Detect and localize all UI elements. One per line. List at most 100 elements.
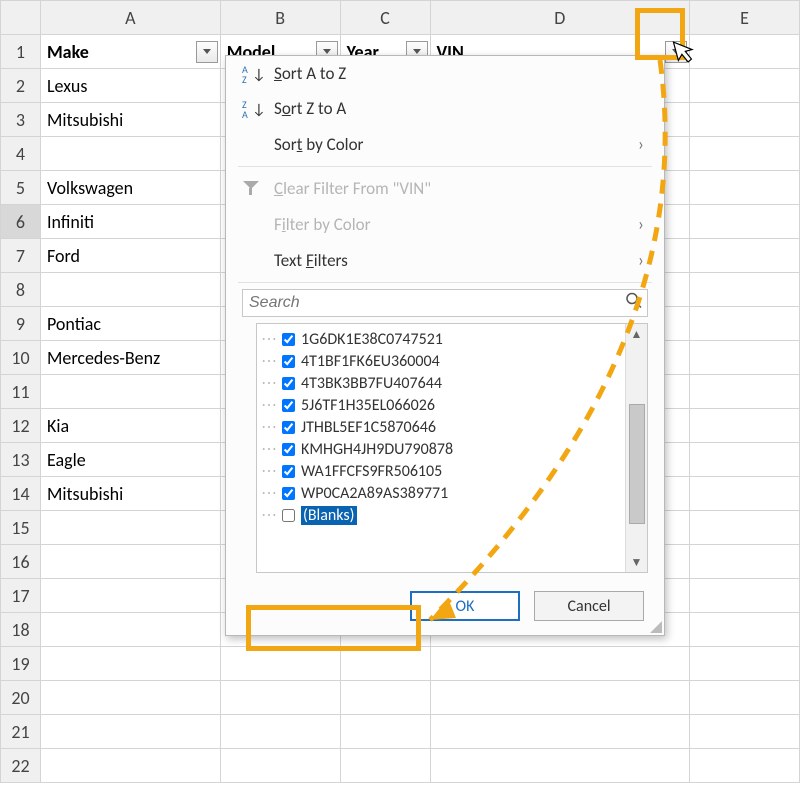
- filter-checkbox[interactable]: [282, 333, 295, 346]
- cell[interactable]: [690, 647, 800, 681]
- row-header[interactable]: 16: [1, 545, 41, 579]
- cell[interactable]: [690, 239, 800, 273]
- cell[interactable]: [40, 545, 220, 579]
- cell[interactable]: [690, 545, 800, 579]
- cell[interactable]: [690, 749, 800, 783]
- filter-item[interactable]: ⋯4T3BK3BB7FU407644: [257, 372, 625, 394]
- row-header[interactable]: 14: [1, 477, 41, 511]
- ok-button[interactable]: OK: [410, 591, 520, 621]
- cell[interactable]: [690, 681, 800, 715]
- scroll-down-icon[interactable]: ▼: [631, 552, 643, 572]
- scrollbar[interactable]: ▲ ▼: [625, 324, 647, 572]
- cell[interactable]: [690, 715, 800, 749]
- cell[interactable]: Eagle: [40, 443, 220, 477]
- filter-checkbox[interactable]: [282, 377, 295, 390]
- row-header[interactable]: 3: [1, 103, 41, 137]
- cell[interactable]: [40, 613, 220, 647]
- cell[interactable]: [340, 681, 430, 715]
- filter-item[interactable]: ⋯5J6TF1H35EL066026: [257, 394, 625, 416]
- filter-button-make[interactable]: [196, 41, 218, 63]
- cell[interactable]: [40, 647, 220, 681]
- filter-checkbox[interactable]: [282, 421, 295, 434]
- col-header-c[interactable]: C: [340, 1, 430, 35]
- cell[interactable]: Mitsubishi: [40, 477, 220, 511]
- cell[interactable]: [690, 35, 800, 69]
- filter-item[interactable]: ⋯JTHBL5EF1C5870646: [257, 416, 625, 438]
- filter-item[interactable]: ⋯(Blanks): [257, 504, 625, 526]
- row-header[interactable]: 10: [1, 341, 41, 375]
- scroll-thumb[interactable]: [629, 404, 645, 524]
- cell[interactable]: [690, 579, 800, 613]
- cell[interactable]: [40, 375, 220, 409]
- resize-handle[interactable]: [650, 621, 662, 633]
- cell[interactable]: [430, 715, 690, 749]
- sort-a-to-z[interactable]: ↓ SSort A to Zort A to Z: [226, 56, 664, 91]
- cell[interactable]: [690, 205, 800, 239]
- row-header[interactable]: 5: [1, 171, 41, 205]
- filter-item[interactable]: ⋯KMHGH4JH9DU790878: [257, 438, 625, 460]
- scroll-up-icon[interactable]: ▲: [631, 324, 643, 344]
- cell[interactable]: [40, 749, 220, 783]
- cell[interactable]: Infiniti: [40, 205, 220, 239]
- cell[interactable]: [690, 443, 800, 477]
- row-header[interactable]: 8: [1, 273, 41, 307]
- filter-checkbox[interactable]: [282, 487, 295, 500]
- cell[interactable]: [40, 273, 220, 307]
- row-header[interactable]: 19: [1, 647, 41, 681]
- row-header[interactable]: 17: [1, 579, 41, 613]
- cell[interactable]: [690, 341, 800, 375]
- cell[interactable]: [340, 749, 430, 783]
- filter-checkbox[interactable]: [282, 399, 295, 412]
- filter-item[interactable]: ⋯4T1BF1FK6EU360004: [257, 350, 625, 372]
- cell[interactable]: [430, 681, 690, 715]
- cell[interactable]: [220, 681, 340, 715]
- row-header[interactable]: 12: [1, 409, 41, 443]
- row-header[interactable]: 9: [1, 307, 41, 341]
- cancel-button[interactable]: Cancel: [534, 591, 644, 621]
- cell[interactable]: [430, 647, 690, 681]
- cell[interactable]: Pontiac: [40, 307, 220, 341]
- row-header[interactable]: 21: [1, 715, 41, 749]
- filter-item[interactable]: ⋯WA1FFCFS9FR506105: [257, 460, 625, 482]
- filter-checkbox[interactable]: [282, 509, 295, 522]
- cell[interactable]: [340, 647, 430, 681]
- cell[interactable]: Kia: [40, 409, 220, 443]
- cell[interactable]: [220, 715, 340, 749]
- filter-search-input[interactable]: [242, 289, 648, 317]
- cell-header-make[interactable]: Make: [40, 35, 220, 69]
- cell[interactable]: [690, 307, 800, 341]
- cell[interactable]: [340, 715, 430, 749]
- sort-by-color[interactable]: Sort by Color ›: [226, 126, 664, 162]
- sort-z-to-a[interactable]: ↓ Sort Z to A: [226, 91, 664, 126]
- cell[interactable]: [690, 511, 800, 545]
- cell[interactable]: Mercedes-Benz: [40, 341, 220, 375]
- cell[interactable]: [690, 273, 800, 307]
- row-header[interactable]: 15: [1, 511, 41, 545]
- cell[interactable]: [40, 579, 220, 613]
- row-header[interactable]: 1: [1, 35, 41, 69]
- cell[interactable]: [40, 715, 220, 749]
- cell[interactable]: [220, 749, 340, 783]
- filter-checkbox[interactable]: [282, 355, 295, 368]
- cell[interactable]: [40, 511, 220, 545]
- row-header[interactable]: 22: [1, 749, 41, 783]
- cell[interactable]: Mitsubishi: [40, 103, 220, 137]
- filter-value-list[interactable]: ⋯1G6DK1E38C0747521⋯4T1BF1FK6EU360004⋯4T3…: [256, 323, 648, 573]
- row-header[interactable]: 7: [1, 239, 41, 273]
- cell[interactable]: [690, 69, 800, 103]
- cell[interactable]: [690, 137, 800, 171]
- filter-item[interactable]: ⋯WP0CA2A89AS389771: [257, 482, 625, 504]
- cell[interactable]: Volkswagen: [40, 171, 220, 205]
- cell[interactable]: Ford: [40, 239, 220, 273]
- col-header-d[interactable]: D: [430, 1, 690, 35]
- row-header[interactable]: 20: [1, 681, 41, 715]
- row-header[interactable]: 11: [1, 375, 41, 409]
- filter-item[interactable]: ⋯1G6DK1E38C0747521: [257, 328, 625, 350]
- col-header-a[interactable]: A: [40, 1, 220, 35]
- row-header[interactable]: 4: [1, 137, 41, 171]
- cell[interactable]: [40, 137, 220, 171]
- row-header[interactable]: 13: [1, 443, 41, 477]
- cell[interactable]: Lexus: [40, 69, 220, 103]
- filter-checkbox[interactable]: [282, 465, 295, 478]
- col-header-e[interactable]: E: [690, 1, 800, 35]
